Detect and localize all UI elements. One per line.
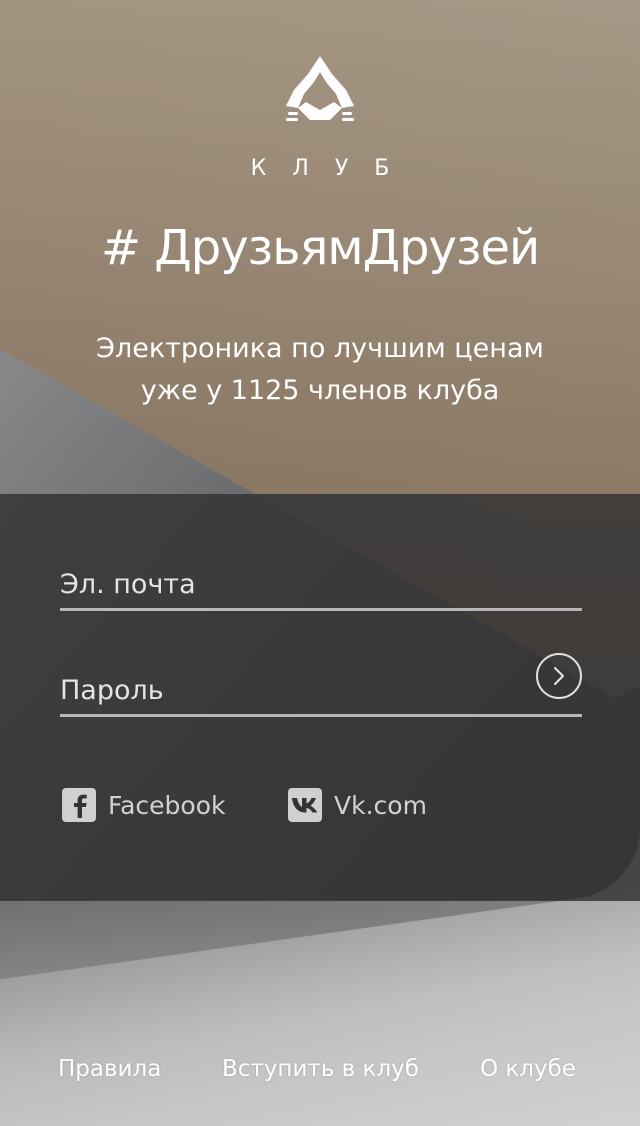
tagline-line-1: Электроника по лучшим ценам <box>96 333 544 364</box>
vk-label: Vk.com <box>334 790 427 820</box>
vk-icon <box>288 788 322 822</box>
rules-link[interactable]: Правила <box>58 1056 161 1082</box>
vk-login-button[interactable]: Vk.com <box>288 788 427 822</box>
login-screen: КЛУБ # ДрузьямДрузей Электроника по лучш… <box>0 0 640 1126</box>
password-field-wrapper <box>60 653 582 717</box>
tagline-line-2: уже у 1125 членов клуба <box>140 375 500 406</box>
background-bottom <box>0 900 640 1126</box>
facebook-login-button[interactable]: Facebook <box>62 788 225 822</box>
tagline: Электроника по лучшим ценам уже у 1125 ч… <box>0 328 640 412</box>
submit-button[interactable] <box>536 653 582 699</box>
email-field-wrapper <box>60 552 582 611</box>
club-label: КЛУБ <box>250 156 416 181</box>
email-field[interactable] <box>60 569 520 600</box>
facebook-label: Facebook <box>108 790 226 820</box>
password-field[interactable] <box>60 675 520 706</box>
facebook-icon <box>62 788 96 822</box>
login-panel: Facebook Vk.com <box>0 494 640 901</box>
chevron-right-icon <box>554 667 564 685</box>
join-club-link[interactable]: Вступить в клуб <box>222 1056 419 1082</box>
about-club-link[interactable]: О клубе <box>480 1056 576 1082</box>
page-title: # ДрузьямДрузей <box>100 220 540 276</box>
club-logo-icon <box>286 56 354 121</box>
